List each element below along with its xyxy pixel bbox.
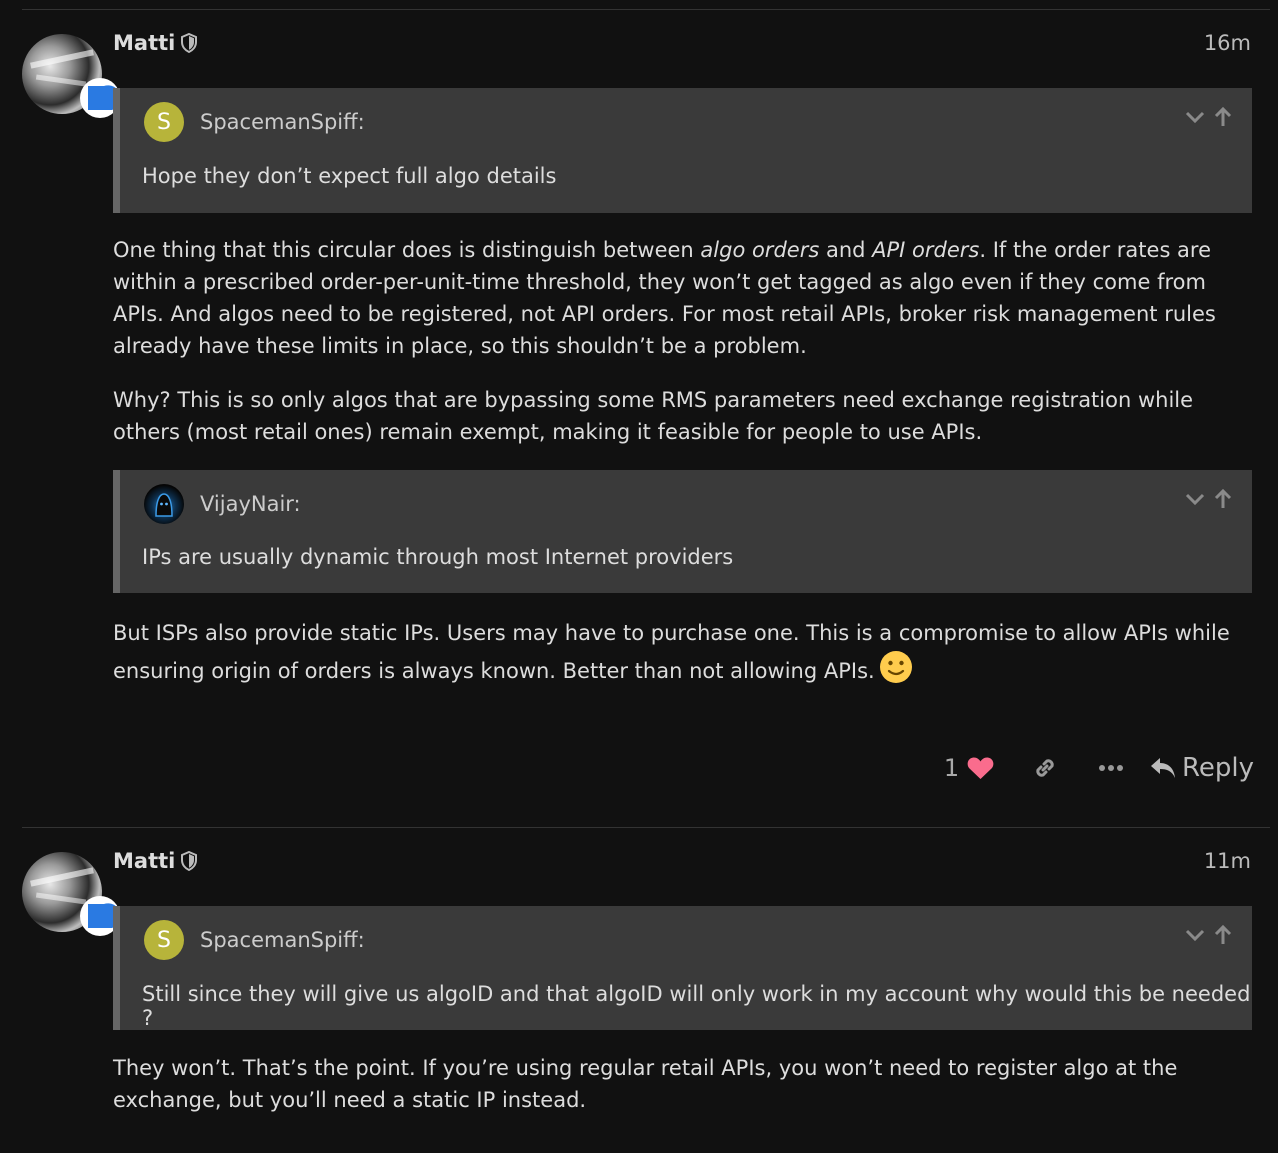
emphasis-text: API orders: [872, 238, 980, 262]
post-paragraph: One thing that this circular does is dis…: [113, 234, 1263, 362]
quote-text: Hope they don’t expect full algo details: [142, 164, 557, 188]
post-divider: [22, 827, 1270, 828]
quote-block: VijayNair: IPs are usually dynamic throu…: [113, 470, 1252, 593]
quote-controls: [1184, 924, 1234, 946]
post-author[interactable]: Matti: [113, 31, 198, 55]
text-run: and: [819, 238, 873, 262]
chevron-down-icon[interactable]: [1184, 106, 1206, 128]
quote-text: Still since they will give us algoID and…: [142, 982, 1251, 1030]
post-actions: 1 Reply: [936, 748, 1254, 788]
quote-controls: [1184, 488, 1234, 510]
quote-author: VijayNair:: [200, 492, 301, 516]
avatar[interactable]: [22, 852, 120, 936]
author-name[interactable]: Matti: [113, 849, 175, 873]
quote-header: S SpacemanSpiff:: [144, 102, 365, 142]
post-date[interactable]: 16m: [1204, 31, 1251, 55]
quote-author: SpacemanSpiff:: [200, 928, 365, 952]
slightly-smiling-face-icon: [879, 651, 912, 683]
quote-header: S SpacemanSpiff:: [144, 920, 365, 960]
ellipsis-icon: [1098, 765, 1123, 771]
post-paragraph: Why? This is so only algos that are bypa…: [113, 388, 1194, 444]
avatar[interactable]: [22, 34, 120, 118]
chevron-down-icon[interactable]: [1184, 924, 1206, 946]
like-button[interactable]: 1: [936, 754, 1002, 782]
quote-header: VijayNair:: [144, 484, 301, 524]
quote-controls: [1184, 106, 1234, 128]
author-name[interactable]: Matti: [113, 31, 175, 55]
reply-label[interactable]: Reply: [1182, 753, 1254, 783]
text-run: But ISPs also provide static IPs. Users …: [113, 621, 1230, 683]
quote-avatar: S: [144, 102, 184, 142]
arrow-up-icon[interactable]: [1212, 106, 1234, 128]
arrow-up-icon[interactable]: [1212, 488, 1234, 510]
copy-link-button[interactable]: [1012, 755, 1078, 781]
quote-avatar: [144, 484, 184, 524]
quote-block: S SpacemanSpiff: Hope they don’t expect …: [113, 88, 1252, 213]
text-run: One thing that this circular does is dis…: [113, 238, 701, 262]
chevron-down-icon[interactable]: [1184, 488, 1206, 510]
quote-author: SpacemanSpiff:: [200, 110, 365, 134]
post-author[interactable]: Matti: [113, 849, 198, 873]
more-button[interactable]: [1078, 763, 1144, 773]
quote-block: S SpacemanSpiff: Still since they will g…: [113, 906, 1252, 1030]
heart-icon: [967, 757, 994, 779]
post-date[interactable]: 11m: [1204, 849, 1251, 873]
topic-page: Matti 16m S SpacemanSpiff: Hope they don…: [0, 0, 1278, 1153]
arrow-up-icon[interactable]: [1212, 924, 1234, 946]
reply-button[interactable]: Reply: [1150, 753, 1254, 783]
quote-avatar: S: [144, 920, 184, 960]
quote-text: IPs are usually dynamic through most Int…: [142, 545, 734, 569]
reply-icon: [1150, 758, 1175, 778]
post-divider: [22, 9, 1270, 10]
post-paragraph: But ISPs also provide static IPs. Users …: [113, 616, 1263, 688]
link-icon: [1036, 759, 1054, 777]
shield-icon: [181, 851, 198, 871]
like-count[interactable]: 1: [944, 754, 959, 782]
shield-icon: [181, 33, 198, 53]
emphasis-text: algo orders: [700, 238, 820, 262]
post-paragraph: They won’t. That’s the point. If you’re …: [113, 1056, 1178, 1112]
